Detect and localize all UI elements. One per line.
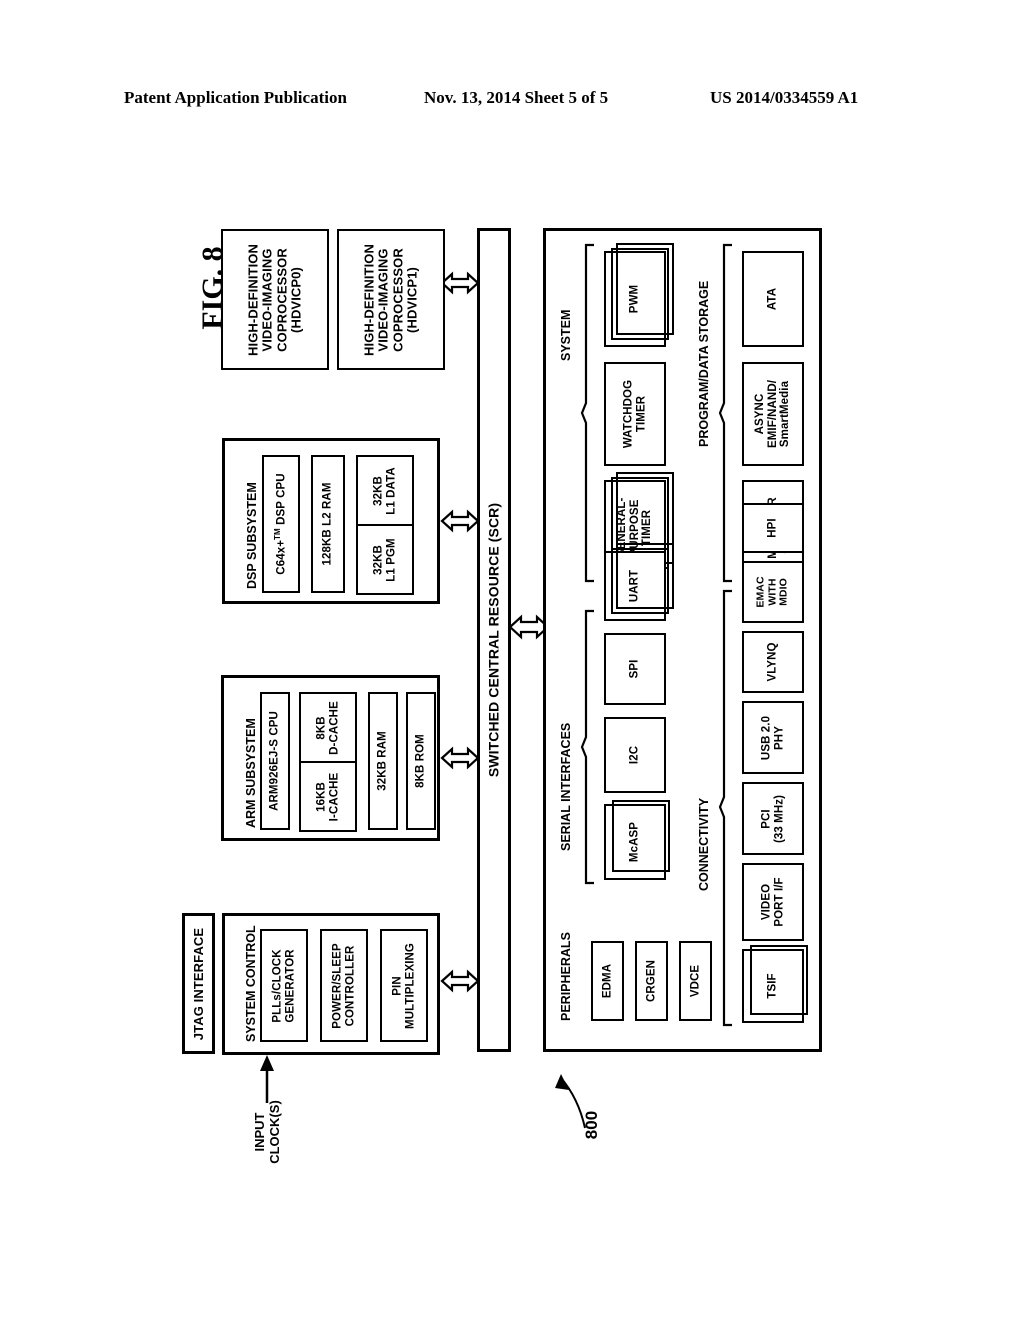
block-arm-ram: 32KB RAM bbox=[368, 692, 398, 830]
input-clock-label: INPUT CLOCK(S) bbox=[252, 1100, 282, 1164]
reference-numeral: 800 bbox=[582, 1110, 601, 1140]
arm-rom-label: 8KB ROM bbox=[414, 734, 427, 788]
block-arm-subsystem: ARM SUBSYSTEM ARM926EJ-S CPU 8KB D-CACHE … bbox=[221, 675, 440, 841]
scr-label: SWITCHED CENTRAL RESOURCE (SCR) bbox=[485, 502, 502, 778]
block-video-port-if: VIDEO PORT I/F bbox=[742, 863, 804, 941]
block-arm-cpu: ARM926EJ-S CPU bbox=[260, 692, 290, 830]
dsp-subsystem-title: DSP SUBSYSTEM bbox=[245, 482, 259, 589]
block-l1-data: 32KB L1 DATA bbox=[356, 455, 414, 526]
jtag-label: JTAG INTERFACE bbox=[190, 927, 206, 1040]
spi-label: SPI bbox=[628, 659, 641, 679]
system-control-title: SYSTEM CONTROL bbox=[244, 925, 258, 1042]
pin-multiplexing-label: PIN MULTIPLEXING bbox=[391, 942, 416, 1029]
plls-clock-generator-label: PLLs/CLOCK GENERATOR bbox=[271, 948, 296, 1023]
block-uart: UART bbox=[604, 543, 674, 621]
block-i2c: I2C bbox=[604, 717, 666, 793]
block-l1-memory: 32KB L1 DATA 32KB L1 PGM bbox=[356, 455, 414, 595]
reference-lead-line bbox=[555, 1074, 586, 1129]
vdce-label: VDCE bbox=[689, 964, 702, 998]
block-vdce: VDCE bbox=[679, 941, 712, 1021]
block-l2-ram: 128KB L2 RAM bbox=[311, 455, 345, 593]
block-system-control: SYSTEM CONTROL PLLs/CLOCK GENERATOR POWER… bbox=[222, 913, 440, 1055]
group-bracket-connectivity bbox=[718, 589, 732, 1027]
arrow-arm-to-scr bbox=[440, 746, 480, 770]
figure-8-block-diagram: FIG. 8 800 SWITCHED CENTRAL RESOURCE (SC… bbox=[0, 0, 1024, 1320]
arrow-system-control-to-scr bbox=[440, 969, 480, 993]
hdvicp1-label: HIGH-DEFINITION VIDEO-IMAGING COPROCESSOR(… bbox=[361, 243, 420, 356]
arrow-hdvicp-to-scr bbox=[440, 271, 480, 295]
group-bracket-serial-interfaces bbox=[580, 609, 594, 885]
block-emac-with-mdio: EMAC WITH MDIO bbox=[742, 561, 804, 623]
ata-label: ATA bbox=[766, 287, 779, 311]
block-vlynq: VLYNQ bbox=[742, 631, 804, 693]
emac-with-mdio-label: EMAC WITH MDIO bbox=[754, 576, 790, 608]
l1-data-label: 32KB L1 DATA bbox=[372, 466, 397, 515]
group-label-system: SYSTEM bbox=[559, 309, 573, 361]
block-usb2-phy: USB 2.0 PHY bbox=[742, 701, 804, 774]
dsp-cpu-label: C64x+TM DSP CPU bbox=[272, 473, 288, 575]
l1-pgm-label: 32KB L1 PGM bbox=[372, 537, 397, 582]
arm-cpu-label: ARM926EJ-S CPU bbox=[268, 711, 281, 811]
arm-subsystem-title: ARM SUBSYSTEM bbox=[244, 718, 258, 828]
watchdog-timer-label: WATCHDOG TIMER bbox=[622, 379, 647, 449]
block-arm-caches: 8KB D-CACHE 16KB I-CACHE bbox=[299, 692, 357, 832]
hpi-label: HPI bbox=[766, 518, 779, 538]
block-power-sleep-controller: POWER/SLEEP CONTROLLER bbox=[320, 929, 368, 1042]
switched-central-resource: SWITCHED CENTRAL RESOURCE (SCR) bbox=[477, 228, 511, 1052]
block-arm-rom: 8KB ROM bbox=[406, 692, 436, 830]
group-label-peripherals: PERIPHERALS bbox=[559, 932, 573, 1021]
block-crgen: CRGEN bbox=[635, 941, 668, 1021]
block-async-emif-nand-smartmedia: ASYNC EMIF/NAND/SmartMedia bbox=[742, 362, 804, 466]
block-d-cache: 8KB D-CACHE bbox=[299, 692, 357, 763]
pwm-label: PWM bbox=[628, 284, 641, 314]
group-label-connectivity: CONNECTIVITY bbox=[697, 797, 711, 891]
l2-ram-label: 128KB L2 RAM bbox=[321, 482, 334, 566]
crgen-label: CRGEN bbox=[645, 959, 658, 1003]
edma-label: EDMA bbox=[601, 963, 614, 999]
block-hdvicp0: HIGH-DEFINITION VIDEO-IMAGING COPROCESSOR(… bbox=[221, 229, 329, 370]
group-bracket-program-data-storage bbox=[718, 243, 732, 583]
block-dsp-subsystem: DSP SUBSYSTEM C64x+TM DSP CPU 128KB L2 R… bbox=[222, 438, 440, 604]
input-clock-arrow bbox=[260, 1055, 274, 1103]
hdvicp0-label: HIGH-DEFINITION VIDEO-IMAGING COPROCESSOR(… bbox=[245, 243, 304, 356]
block-l1-pgm: 32KB L1 PGM bbox=[356, 524, 414, 595]
block-tsif: TSIF bbox=[742, 945, 808, 1023]
group-label-program-data-storage: PROGRAM/DATA STORAGE bbox=[697, 280, 711, 447]
block-plls-clock-generator: PLLs/CLOCK GENERATOR bbox=[260, 929, 308, 1042]
mcasp-label: McASP bbox=[628, 821, 641, 863]
tsif-label: TSIF bbox=[766, 973, 779, 999]
block-jtag-interface: JTAG INTERFACE bbox=[182, 913, 215, 1054]
pci-label: PCI (33 MHz) bbox=[760, 794, 785, 843]
arrow-dsp-to-scr bbox=[440, 509, 480, 533]
usb2-phy-label: USB 2.0 PHY bbox=[760, 715, 785, 760]
group-bracket-system bbox=[580, 243, 594, 583]
block-dsp-cpu: C64x+TM DSP CPU bbox=[262, 455, 300, 593]
arm-ram-label: 32KB RAM bbox=[376, 731, 389, 791]
group-label-serial-interfaces: SERIAL INTERFACES bbox=[559, 722, 573, 851]
block-hdvicp1: HIGH-DEFINITION VIDEO-IMAGING COPROCESSOR(… bbox=[337, 229, 445, 370]
block-hpi: HPI bbox=[742, 503, 804, 553]
block-pci: PCI (33 MHz) bbox=[742, 782, 804, 855]
block-pwm: PWM bbox=[604, 243, 674, 347]
uart-label: UART bbox=[628, 569, 641, 603]
video-port-if-label: VIDEO PORT I/F bbox=[760, 877, 785, 927]
block-peripheral-container: SYSTEM GENERAL- PURPOSE TIMER WATCHDOG TIME… bbox=[543, 228, 822, 1052]
i-cache-label: 16KB I-CACHE bbox=[315, 772, 340, 821]
vlynq-label: VLYNQ bbox=[766, 642, 779, 682]
block-mcasp: McASP bbox=[604, 800, 670, 880]
i2c-label: I2C bbox=[628, 745, 641, 765]
block-spi: SPI bbox=[604, 633, 666, 705]
block-edma: EDMA bbox=[591, 941, 624, 1021]
block-watchdog-timer: WATCHDOG TIMER bbox=[604, 362, 666, 466]
block-i-cache: 16KB I-CACHE bbox=[299, 761, 357, 832]
async-emif-nand-smartmedia-label: ASYNC EMIF/NAND/SmartMedia bbox=[754, 379, 792, 449]
power-sleep-controller-label: POWER/SLEEP CONTROLLER bbox=[331, 942, 356, 1029]
block-ata: ATA bbox=[742, 251, 804, 347]
d-cache-label: 8KB D-CACHE bbox=[315, 700, 340, 755]
block-pin-multiplexing: PIN MULTIPLEXING bbox=[380, 929, 428, 1042]
